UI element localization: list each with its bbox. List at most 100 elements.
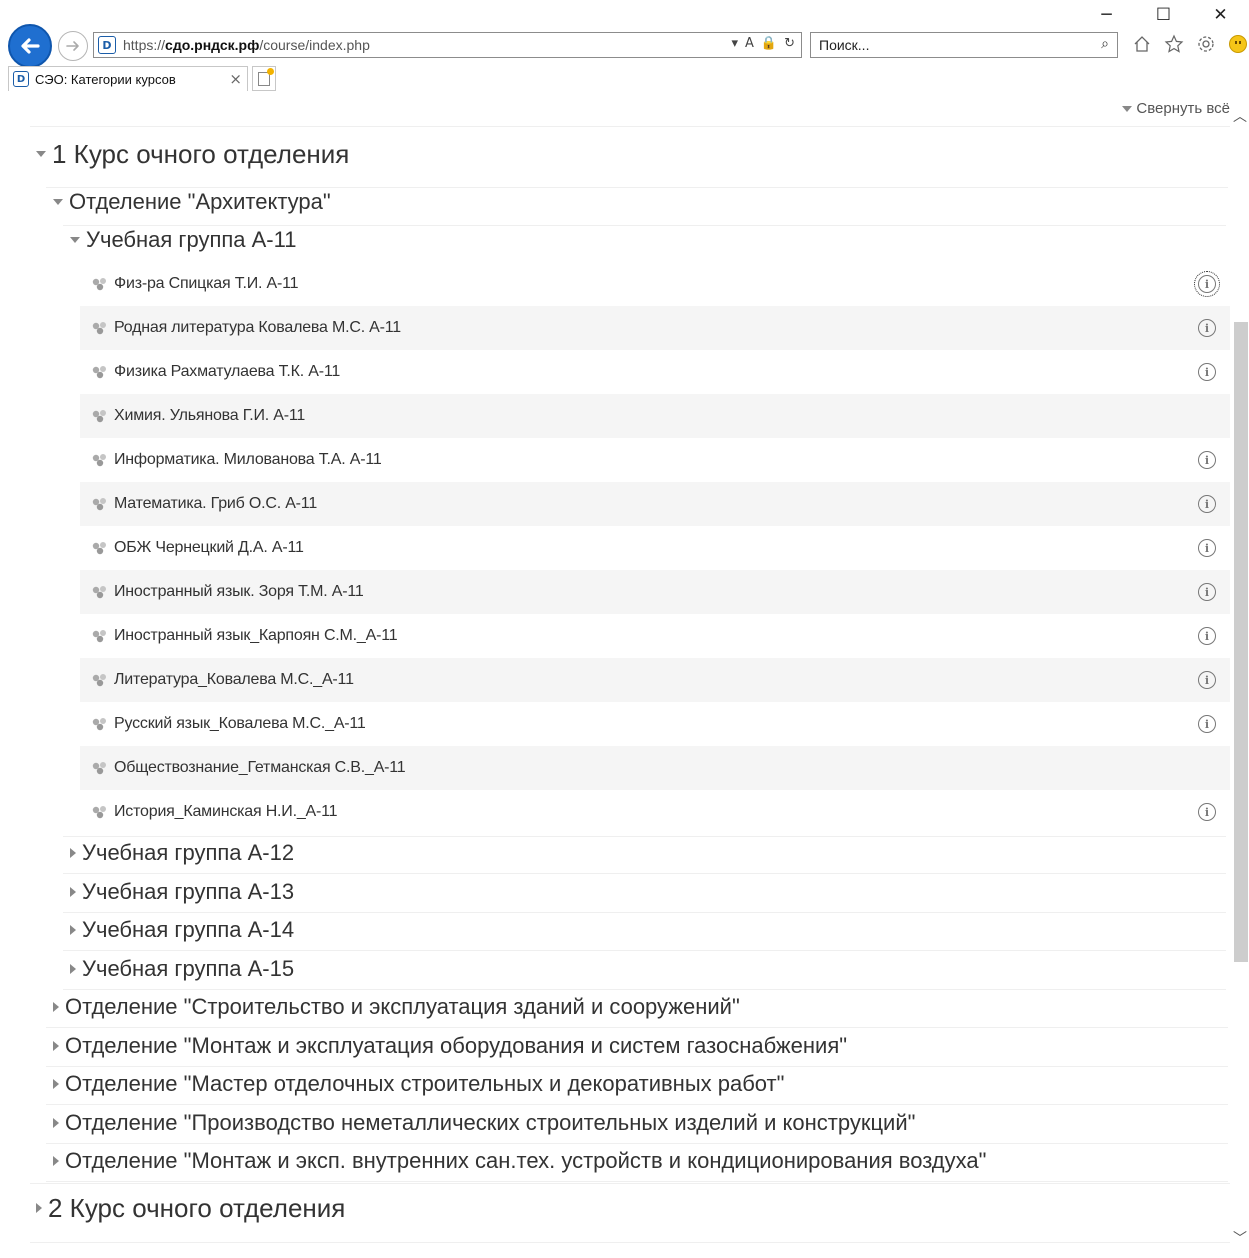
course-row[interactable]: Обществознание_Гетманская С.В._А-11 <box>80 746 1230 790</box>
minimize-button[interactable]: ─ <box>1078 0 1135 30</box>
back-button[interactable] <box>8 24 52 68</box>
course-row[interactable]: Химия. Ульянова Г.И. А-11 <box>80 394 1230 438</box>
collapsed-department-header[interactable]: Отделение "Монтаж и эксп. внутренних сан… <box>53 1146 986 1176</box>
course-row[interactable]: Иностранный язык_Карпоян С.М._А-11 i <box>80 614 1230 658</box>
forward-button[interactable] <box>58 31 88 61</box>
course-info-icon[interactable]: i <box>1198 539 1216 557</box>
course-row[interactable]: Иностранный язык. Зоря Т.М. А-11 i <box>80 570 1230 614</box>
lock-icon[interactable]: 🔒 <box>761 36 777 51</box>
search-input[interactable] <box>819 37 1069 53</box>
category-2-header[interactable]: 2 Курс очного отделения <box>36 1190 345 1226</box>
address-bar[interactable]: D https://сдо.рндск.рф/course/index.php … <box>93 32 802 58</box>
collapsed-department-title[interactable]: Отделение "Строительство и эксплуатация … <box>65 994 740 1020</box>
translate-icon[interactable]: A <box>745 36 754 51</box>
course-row[interactable]: Физ-ра Спицкая Т.И. А-11 i <box>80 262 1230 306</box>
collapsed-department-header[interactable]: Отделение "Монтаж и эксплуатация оборудо… <box>53 1031 847 1061</box>
collapsed-department-title[interactable]: Отделение "Монтаж и эксплуатация оборудо… <box>65 1033 847 1059</box>
collapsed-department-header[interactable]: Отделение "Производство неметаллических … <box>53 1108 915 1138</box>
tab-favicon-icon: D <box>13 71 29 87</box>
course-info-icon[interactable]: i <box>1198 495 1216 513</box>
course-row[interactable]: Математика. Гриб О.С. А-11 i <box>80 482 1230 526</box>
collapsed-group-header[interactable]: Учебная группа А-15 <box>70 954 294 984</box>
course-info-icon[interactable]: i <box>1194 271 1220 297</box>
group-a11-header[interactable]: Учебная группа А-11 <box>70 226 296 254</box>
course-info-icon[interactable]: i <box>1198 671 1216 689</box>
course-link[interactable]: Литература_Ковалева М.С._А-11 <box>114 671 354 689</box>
course-row[interactable]: ОБЖ Чернецкий Д.А. А-11 i <box>80 526 1230 570</box>
course-link[interactable]: Химия. Ульянова Г.И. А-11 <box>114 407 305 425</box>
url-text[interactable]: https://сдо.рндск.рф/course/index.php <box>123 37 370 53</box>
course-link[interactable]: Математика. Гриб О.С. А-11 <box>114 495 317 513</box>
group-a11-title[interactable]: Учебная группа А-11 <box>86 227 296 253</box>
course-row[interactable]: Родная литература Ковалева М.С. А-11 i <box>80 306 1230 350</box>
course-link[interactable]: Информатика. Милованова Т.А. А-11 <box>114 451 382 469</box>
scroll-up-arrow-icon[interactable]: ︿ <box>1233 106 1247 126</box>
collapse-all-link[interactable]: Свернуть всё <box>1122 100 1230 117</box>
course-info-icon[interactable]: i <box>1198 583 1216 601</box>
collapsed-group-header[interactable]: Учебная группа А-13 <box>70 877 294 907</box>
course-info-icon[interactable]: i <box>1198 715 1216 733</box>
course-icon <box>91 540 109 556</box>
course-link[interactable]: Иностранный язык. Зоря Т.М. А-11 <box>114 583 364 601</box>
browser-tab-active[interactable]: D СЭО: Категории курсов × <box>8 66 248 91</box>
smiley-feedback-icon[interactable] <box>1226 32 1249 56</box>
collapsed-department-header[interactable]: Отделение "Строительство и эксплуатация … <box>53 992 740 1022</box>
course-icon <box>91 408 109 424</box>
course-link[interactable]: Физика Рахматулаева Т.К. А-11 <box>114 363 340 381</box>
favorites-star-icon[interactable] <box>1162 32 1186 56</box>
browser-chrome: ─ ☐ ✕ D https://сдо.рндск.рф/course/inde… <box>0 0 1249 92</box>
category-1-title[interactable]: 1 Курс очного отделения <box>52 139 349 170</box>
refresh-icon[interactable]: ↻ <box>784 36 795 51</box>
course-row[interactable]: Литература_Ковалева М.С._А-11 i <box>80 658 1230 702</box>
department-architecture-title[interactable]: Отделение "Архитектура" <box>69 189 331 215</box>
scroll-down-arrow-icon[interactable]: ﹀ <box>1233 1228 1247 1248</box>
category-1-header[interactable]: 1 Курс очного отделения <box>36 136 349 172</box>
course-icon <box>91 672 109 688</box>
course-info-icon[interactable]: i <box>1198 803 1216 821</box>
course-link[interactable]: Иностранный язык_Карпоян С.М._А-11 <box>114 627 398 645</box>
course-row[interactable]: Русский язык_Ковалева М.С._А-11 i <box>80 702 1230 746</box>
course-row[interactable]: Информатика. Милованова Т.А. А-11 i <box>80 438 1230 482</box>
course-link[interactable]: ОБЖ Чернецкий Д.А. А-11 <box>114 539 304 557</box>
collapsed-group-header[interactable]: Учебная группа А-14 <box>70 915 294 945</box>
course-link[interactable]: Родная литература Ковалева М.С. А-11 <box>114 319 401 337</box>
url-protocol: https:// <box>123 37 166 53</box>
course-link[interactable]: Обществознание_Гетманская С.В._А-11 <box>114 759 406 777</box>
course-link[interactable]: История_Каминская Н.И._А-11 <box>114 803 338 821</box>
course-info-icon[interactable]: i <box>1198 363 1216 381</box>
scroll-thumb[interactable] <box>1234 322 1248 962</box>
course-row[interactable]: История_Каминская Н.И._А-11 i <box>80 790 1230 834</box>
course-info-icon[interactable]: i <box>1198 627 1216 645</box>
course-icon <box>91 276 109 292</box>
close-window-button[interactable]: ✕ <box>1192 0 1249 30</box>
vertical-scrollbar[interactable]: ︿ ﹀ <box>1231 92 1249 1258</box>
collapsed-group-header[interactable]: Учебная группа А-12 <box>70 838 294 868</box>
collapsed-group-title[interactable]: Учебная группа А-12 <box>82 840 294 866</box>
collapsed-department-title[interactable]: Отделение "Монтаж и эксп. внутренних сан… <box>65 1148 986 1174</box>
course-info-icon[interactable]: i <box>1198 451 1216 469</box>
course-info-icon[interactable]: i <box>1198 319 1216 337</box>
search-icon[interactable]: ⌕ <box>1101 36 1109 52</box>
department-architecture-header[interactable]: Отделение "Архитектура" <box>53 188 331 216</box>
window-controls: ─ ☐ ✕ <box>1078 0 1249 30</box>
tab-close-icon[interactable]: × <box>229 70 242 88</box>
new-tab-button[interactable] <box>252 66 276 91</box>
address-dropdown-icon[interactable]: ▾ <box>731 36 738 51</box>
category-2-title[interactable]: 2 Курс очного отделения <box>48 1193 345 1224</box>
tab-title: СЭО: Категории курсов <box>35 71 176 87</box>
new-tab-icon <box>258 67 274 86</box>
collapsed-group-title[interactable]: Учебная группа А-15 <box>82 956 294 982</box>
course-link[interactable]: Русский язык_Ковалева М.С._А-11 <box>114 715 366 733</box>
maximize-button[interactable]: ☐ <box>1135 0 1192 30</box>
collapsed-department-header[interactable]: Отделение "Мастер отделочных строительны… <box>53 1069 784 1099</box>
collapsed-department-title[interactable]: Отделение "Производство неметаллических … <box>65 1110 915 1136</box>
collapsed-department-title[interactable]: Отделение "Мастер отделочных строительны… <box>65 1071 784 1097</box>
course-link[interactable]: Физ-ра Спицкая Т.И. А-11 <box>114 275 299 293</box>
course-row[interactable]: Физика Рахматулаева Т.К. А-11 i <box>80 350 1230 394</box>
home-icon[interactable] <box>1130 32 1154 56</box>
course-icon <box>91 452 109 468</box>
settings-gear-icon[interactable] <box>1194 32 1218 56</box>
collapsed-group-title[interactable]: Учебная группа А-13 <box>82 879 294 905</box>
back-arrow-icon <box>21 38 40 54</box>
collapsed-group-title[interactable]: Учебная группа А-14 <box>82 917 294 943</box>
